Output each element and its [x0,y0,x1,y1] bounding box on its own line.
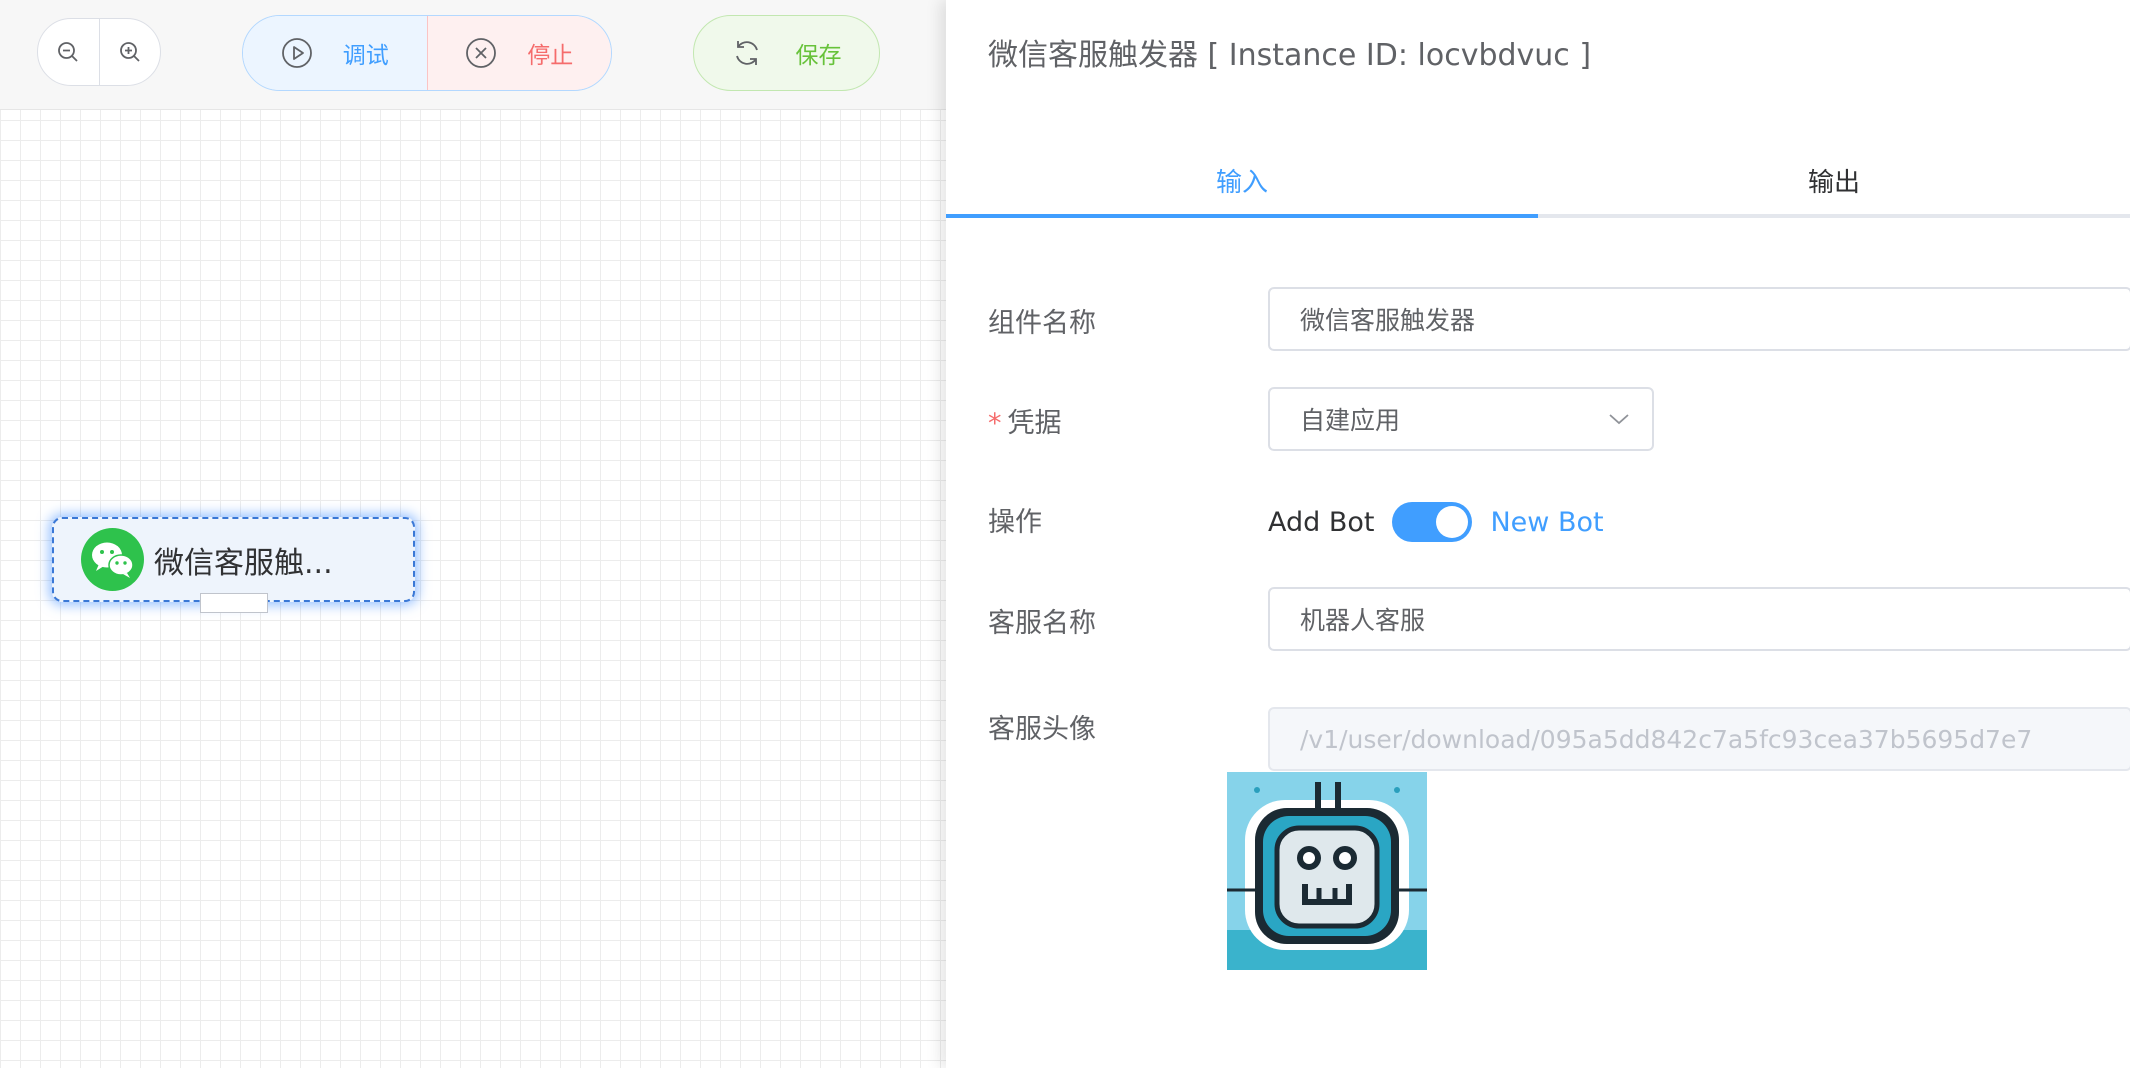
tab-input[interactable]: 输入 [946,146,1538,218]
zoom-controls [37,18,161,86]
add-bot-text[interactable]: Add Bot [1268,507,1374,538]
robot-avatar-image [1227,772,1427,970]
wechat-icon [81,528,144,591]
node-output-port[interactable] [200,593,268,613]
zoom-out-icon [58,42,78,62]
debug-button[interactable]: 调试 [243,16,427,90]
credential-value: 自建应用 [1300,406,1401,435]
node-label: 微信客服触... [154,545,333,581]
panel-title: 微信客服触发器 [ Instance ID: locvbdvuc ] [988,38,1592,73]
properties-panel: 微信客服触发器 [ Instance ID: locvbdvuc ] 输入 输出… [946,0,2130,1068]
service-avatar-placeholder: /v1/user/download/095a5dd842c7a5fc93cea3… [1300,724,2033,754]
operation-toggle[interactable] [1392,502,1473,542]
zoom-in-button[interactable] [98,19,161,85]
credential-select[interactable]: 自建应用 [1268,387,1654,451]
service-avatar-label: 客服头像 [988,714,1096,745]
service-name-value: 机器人客服 [1300,606,1426,635]
chevron-down-icon [1609,414,1629,425]
zoom-in-icon [119,42,140,62]
component-name-input[interactable]: 微信客服触发器 [1268,287,2130,351]
workflow-canvas[interactable]: 调试 停止 保存 微信客服触... [0,0,946,1068]
wechat-service-trigger-node[interactable]: 微信客服触... [52,517,415,613]
component-name-label: 组件名称 [988,308,1096,339]
service-name-label: 客服名称 [988,608,1096,639]
stop-icon [466,38,497,68]
tab-output[interactable]: 输出 [1538,146,2130,214]
service-name-input[interactable]: 机器人客服 [1268,587,2130,651]
credential-label: * 凭据 [988,401,1062,440]
zoom-out-button[interactable] [38,19,99,85]
credential-label-text: 凭据 [1007,408,1062,439]
operation-switch-group: Add Bot New Bot [1268,490,1604,554]
toggle-knob [1436,506,1469,538]
required-asterisk: * [988,408,1002,439]
refresh-icon [735,41,758,65]
service-avatar-url-input: /v1/user/download/095a5dd842c7a5fc93cea3… [1268,707,2130,771]
operation-label: 操作 [988,507,1042,538]
panel-tabs: 输入 输出 [946,146,2130,218]
stop-button[interactable]: 停止 [426,16,611,90]
stop-label: 停止 [527,43,574,69]
component-name-value: 微信客服触发器 [1300,306,1476,335]
save-label: 保存 [795,43,842,69]
new-bot-text[interactable]: New Bot [1490,507,1603,538]
save-button[interactable]: 保存 [693,15,880,91]
run-controls: 调试 停止 [242,15,612,91]
play-icon [281,38,312,68]
debug-label: 调试 [342,43,389,69]
canvas-toolbar: 调试 停止 保存 [0,0,946,110]
